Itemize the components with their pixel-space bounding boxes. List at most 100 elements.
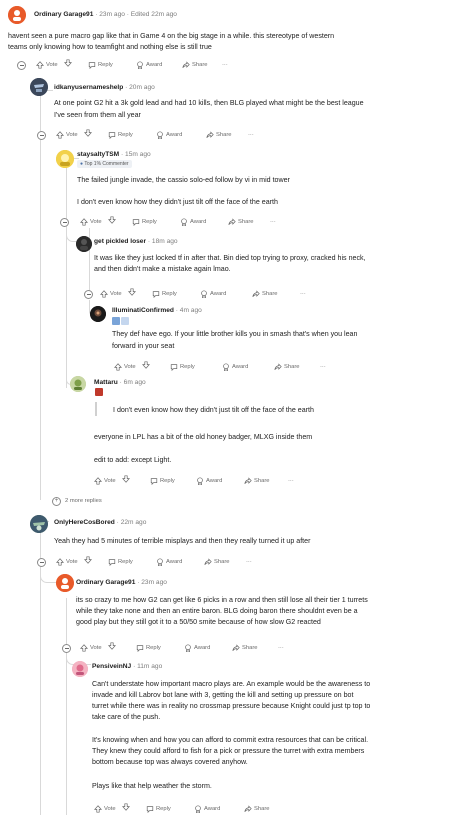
- share-button[interactable]: Share: [228, 216, 253, 228]
- reply-button[interactable]: Reply: [108, 556, 133, 568]
- thread-line-c7[interactable]: [40, 530, 41, 815]
- comment-author[interactable]: OnlyHereCosBored · 22m ago: [54, 519, 146, 526]
- award-button[interactable]: Award: [194, 803, 220, 815]
- upvote-button[interactable]: Vote: [94, 475, 116, 487]
- more-options-button[interactable]: ···: [270, 216, 276, 228]
- award-button[interactable]: Award: [136, 59, 162, 71]
- share-button[interactable]: Share: [232, 642, 257, 654]
- upvote-button[interactable]: Vote: [80, 216, 102, 228]
- avatar[interactable]: [8, 6, 26, 24]
- thread-line-c8[interactable]: [66, 598, 67, 815]
- flair-badge-icon: [121, 317, 129, 325]
- share-button[interactable]: Share: [182, 59, 207, 71]
- upvote-icon: [56, 558, 64, 566]
- more-options-button[interactable]: ···: [246, 556, 252, 568]
- avatar[interactable]: [30, 515, 48, 533]
- collapse-icon[interactable]: [17, 61, 26, 70]
- reply-icon: [108, 559, 116, 566]
- reply-button[interactable]: Reply: [150, 475, 175, 487]
- comment-meta: · 23m ago: [137, 579, 167, 586]
- share-button[interactable]: Share: [206, 129, 231, 141]
- upvote-icon: [80, 644, 88, 652]
- more-options-button[interactable]: ···: [278, 642, 284, 654]
- share-button[interactable]: Share: [244, 803, 269, 815]
- share-button[interactable]: Share: [274, 361, 299, 373]
- award-button[interactable]: Award: [156, 556, 182, 568]
- avatar[interactable]: [76, 236, 92, 252]
- upvote-button[interactable]: Vote: [94, 803, 116, 815]
- more-options-button[interactable]: ···: [300, 288, 306, 300]
- downvote-button[interactable]: [84, 129, 92, 137]
- comment-author[interactable]: Mattaru · 6m ago: [94, 379, 146, 386]
- downvote-button[interactable]: [84, 556, 92, 564]
- avatar-image-icon: [30, 78, 48, 96]
- collapse-icon[interactable]: [62, 644, 71, 653]
- more-options-button[interactable]: ···: [222, 59, 228, 71]
- thread-line-c2[interactable]: [66, 150, 67, 388]
- upvote-button[interactable]: Vote: [100, 288, 122, 300]
- upvote-button[interactable]: Vote: [80, 642, 102, 654]
- comment-author[interactable]: Ordinary Garage91 · 23m ago: [76, 579, 167, 586]
- award-button[interactable]: Award: [156, 129, 182, 141]
- avatar-image-icon: [30, 515, 48, 533]
- upvote-button[interactable]: Vote: [56, 129, 78, 141]
- collapse-icon[interactable]: [84, 290, 93, 299]
- share-button[interactable]: Share: [244, 475, 269, 487]
- collapse-icon[interactable]: [37, 131, 46, 140]
- collapse-icon[interactable]: [60, 218, 69, 227]
- award-button[interactable]: Award: [222, 361, 248, 373]
- avatar[interactable]: [70, 376, 86, 392]
- downvote-button[interactable]: [142, 361, 150, 369]
- avatar-image-icon: [8, 6, 26, 24]
- downvote-icon: [84, 129, 92, 137]
- avatar[interactable]: [56, 574, 74, 592]
- award-button[interactable]: Award: [184, 642, 210, 654]
- share-button[interactable]: Share: [204, 556, 229, 568]
- avatar[interactable]: [90, 306, 106, 322]
- comment-meta: · 20m ago: [125, 84, 155, 91]
- share-icon: [228, 218, 236, 225]
- more-replies-link[interactable]: + 2 more replies: [52, 496, 102, 506]
- avatar[interactable]: [72, 661, 88, 677]
- reply-button[interactable]: Reply: [88, 59, 113, 71]
- downvote-button[interactable]: [122, 803, 130, 811]
- award-button[interactable]: Award: [196, 475, 222, 487]
- upvote-button[interactable]: Vote: [36, 59, 58, 71]
- more-options-button[interactable]: ···: [248, 129, 254, 141]
- comment-author[interactable]: Ordinary Garage91 · 23m ago · Edited 22m…: [34, 11, 177, 18]
- share-icon: [232, 644, 240, 651]
- upvote-button[interactable]: Vote: [114, 361, 136, 373]
- collapse-icon[interactable]: [37, 558, 46, 567]
- comment-meta: · 4m ago: [175, 307, 202, 314]
- share-button[interactable]: Share: [252, 288, 277, 300]
- comment-author[interactable]: idkanyusernameshelp · 20m ago: [54, 84, 155, 91]
- downvote-button[interactable]: [108, 216, 116, 224]
- reply-button[interactable]: Reply: [136, 642, 161, 654]
- reply-icon: [152, 291, 160, 298]
- thread-line-root[interactable]: [40, 82, 41, 500]
- downvote-button[interactable]: [108, 642, 116, 650]
- comment-body-line: invade and kill Labrov bot lane with 3, …: [92, 691, 354, 699]
- avatar[interactable]: [30, 78, 48, 96]
- comment-author[interactable]: get pickled loser · 18m ago: [94, 238, 178, 245]
- downvote-button[interactable]: [122, 475, 130, 483]
- reply-button[interactable]: Reply: [146, 803, 171, 815]
- more-options-button[interactable]: ···: [320, 361, 326, 373]
- reply-button[interactable]: Reply: [152, 288, 177, 300]
- downvote-button[interactable]: [64, 59, 72, 67]
- comment-body-line: take care of the push.: [92, 713, 161, 721]
- comment-author[interactable]: staysaltyTSM · 15m ago: [77, 151, 151, 158]
- reply-button[interactable]: Reply: [108, 129, 133, 141]
- comment-author[interactable]: PensiveinNJ · 11m ago: [92, 663, 162, 670]
- reply-button[interactable]: Reply: [170, 361, 195, 373]
- award-button[interactable]: Award: [200, 288, 226, 300]
- downvote-button[interactable]: [128, 288, 136, 296]
- share-icon: [244, 805, 252, 812]
- avatar[interactable]: [56, 150, 74, 168]
- comment-author[interactable]: IlluminatiConfirmed · 4m ago: [112, 307, 202, 314]
- reply-button[interactable]: Reply: [132, 216, 157, 228]
- more-options-button[interactable]: ···: [288, 475, 294, 487]
- award-icon: [157, 131, 163, 139]
- award-button[interactable]: Award: [180, 216, 206, 228]
- upvote-button[interactable]: Vote: [56, 556, 78, 568]
